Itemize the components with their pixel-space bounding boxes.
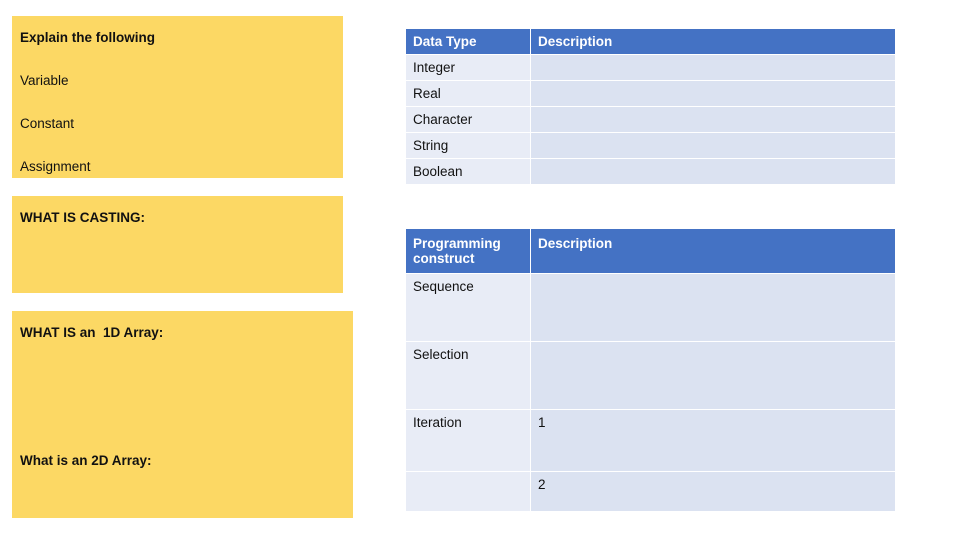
table-row: Boolean — [405, 158, 896, 185]
note-line-1d-array-title: WHAT IS an 1D Array: — [20, 325, 164, 340]
note-line-2d-array-title: What is an 2D Array: — [20, 453, 152, 468]
note-line-variable: Variable — [20, 73, 69, 88]
column-header-description: Description — [530, 28, 896, 55]
programming-construct-table: Programming construct Description Sequen… — [405, 228, 896, 512]
table-header-row: Programming construct Description — [405, 228, 896, 274]
note-line-constant: Constant — [20, 116, 75, 131]
note-line-casting-title: WHAT IS CASTING: — [20, 210, 145, 225]
cell-construct: Sequence — [405, 273, 531, 342]
cell-construct — [405, 471, 531, 512]
column-header-programming-construct: Programming construct — [405, 228, 531, 274]
table-row: Selection — [405, 341, 896, 410]
note-line-assignment: Assignment — [20, 159, 91, 174]
cell-construct: Iteration — [405, 409, 531, 472]
data-type-table: Data Type Description Integer Real Chara… — [405, 28, 896, 185]
column-header-description: Description — [530, 228, 896, 274]
cell-description[interactable] — [530, 341, 896, 410]
cell-data-type: Boolean — [405, 158, 531, 185]
table-row: Iteration 1 — [405, 409, 896, 472]
cell-description[interactable] — [530, 106, 896, 133]
slide-page: Explain the following Variable Constant … — [0, 0, 960, 540]
table-header-row: Data Type Description — [405, 28, 896, 55]
table-row: 2 — [405, 471, 896, 512]
cell-description[interactable] — [530, 158, 896, 185]
cell-data-type: Integer — [405, 54, 531, 81]
note-box-casting: WHAT IS CASTING: — [12, 196, 343, 293]
cell-data-type: String — [405, 132, 531, 159]
table-row: Character — [405, 106, 896, 133]
cell-description[interactable]: 2 — [530, 471, 896, 512]
cell-description[interactable] — [530, 273, 896, 342]
cell-data-type: Character — [405, 106, 531, 133]
cell-description[interactable]: 1 — [530, 409, 896, 472]
cell-description[interactable] — [530, 80, 896, 107]
note-line-explain: Explain the following — [20, 30, 155, 45]
column-header-data-type: Data Type — [405, 28, 531, 55]
table-row: String — [405, 132, 896, 159]
table-row: Real — [405, 80, 896, 107]
cell-data-type: Real — [405, 80, 531, 107]
cell-construct: Selection — [405, 341, 531, 410]
note-box-1d-array: WHAT IS an 1D Array: What is an 2D Array… — [12, 311, 353, 518]
cell-description[interactable] — [530, 54, 896, 81]
table-row: Integer — [405, 54, 896, 81]
table-row: Sequence — [405, 273, 896, 342]
cell-description[interactable] — [530, 132, 896, 159]
note-box-definitions: Explain the following Variable Constant … — [12, 16, 343, 178]
